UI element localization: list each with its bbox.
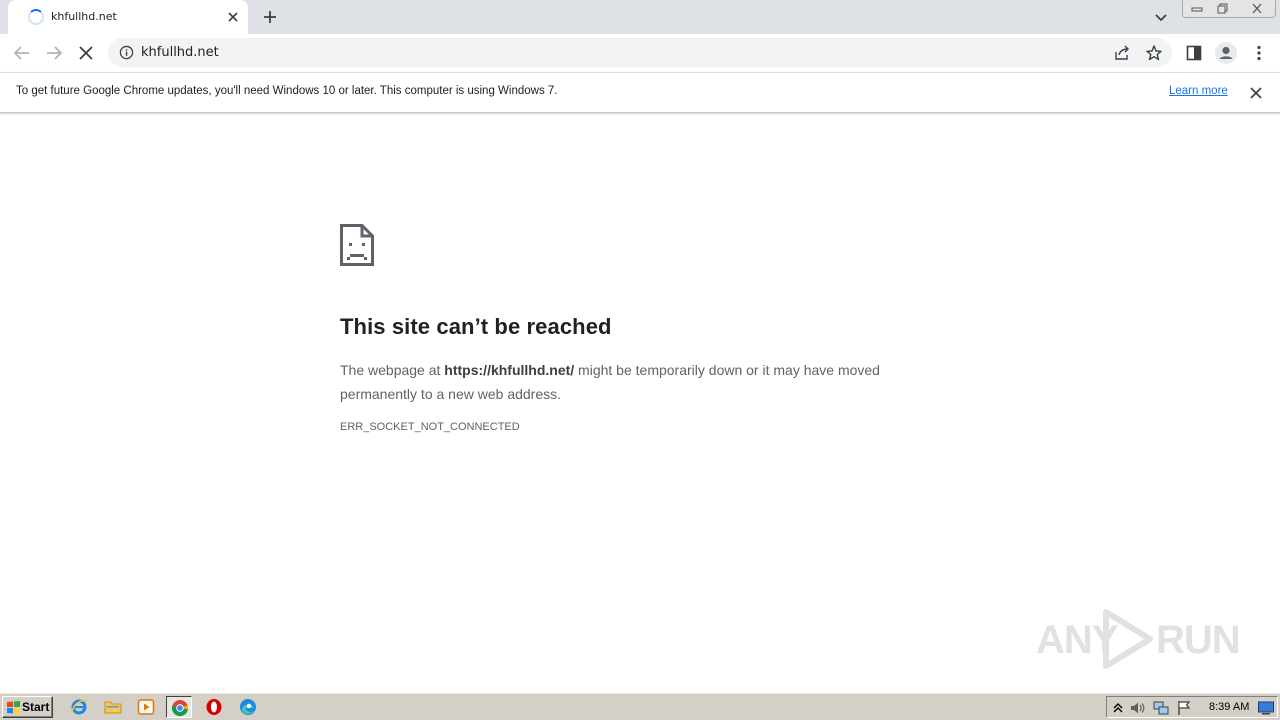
loading-spinner-icon bbox=[28, 9, 44, 25]
learn-more-link[interactable]: Learn more bbox=[1169, 85, 1228, 97]
folder-icon bbox=[104, 701, 122, 714]
side-panel-button[interactable] bbox=[1183, 42, 1205, 64]
update-infobar: To get future Google Chrome updates, you… bbox=[0, 72, 1280, 113]
new-tab-button[interactable] bbox=[259, 6, 281, 28]
anyrun-watermark: ANY RUN bbox=[1036, 606, 1241, 672]
browser-toolbar bbox=[0, 34, 1280, 72]
opera-icon bbox=[206, 699, 222, 715]
error-description: The webpage at https://khfullhd.net/ mig… bbox=[340, 358, 960, 406]
play-logo-icon bbox=[1103, 609, 1153, 669]
stop-loading-button[interactable] bbox=[75, 42, 97, 64]
edge-icon bbox=[240, 699, 256, 715]
kebab-menu-icon bbox=[1257, 45, 1261, 61]
error-description-prefix: The webpage at bbox=[340, 362, 445, 378]
action-center-button[interactable] bbox=[1175, 699, 1193, 717]
error-code: ERR_SOCKET_NOT_CONNECTED bbox=[340, 421, 520, 433]
sad-page-icon bbox=[340, 224, 374, 266]
url-input[interactable] bbox=[141, 38, 1041, 67]
chevron-down-icon bbox=[1155, 14, 1167, 22]
show-hidden-icons-button[interactable] bbox=[1109, 699, 1127, 717]
taskbar-chrome[interactable] bbox=[166, 696, 192, 718]
error-title: This site can’t be reached bbox=[340, 314, 612, 339]
system-tray: 8:39 AM bbox=[1106, 696, 1278, 718]
stop-icon bbox=[79, 46, 93, 60]
tab-title: khfullhd.net bbox=[51, 10, 117, 23]
infobar-message: To get future Google Chrome updates, you… bbox=[16, 85, 558, 97]
address-bar[interactable] bbox=[108, 38, 1172, 67]
menu-button[interactable] bbox=[1248, 42, 1270, 64]
arrow-left-icon bbox=[13, 46, 29, 60]
speaker-icon bbox=[1131, 702, 1145, 714]
side-panel-icon bbox=[1186, 45, 1202, 61]
tab-close-button[interactable] bbox=[224, 8, 242, 26]
info-icon[interactable] bbox=[119, 45, 134, 60]
chevron-up-icon bbox=[1113, 703, 1123, 713]
back-button[interactable] bbox=[11, 42, 33, 64]
star-icon bbox=[1146, 45, 1162, 61]
minimize-icon bbox=[1191, 7, 1203, 12]
share-button[interactable] bbox=[1113, 44, 1131, 62]
start-button[interactable]: Start bbox=[2, 696, 53, 718]
infobar-close-button[interactable] bbox=[1248, 85, 1264, 101]
taskbar-file-explorer[interactable] bbox=[100, 696, 126, 718]
network-button[interactable] bbox=[1152, 699, 1170, 717]
profile-button[interactable] bbox=[1214, 41, 1238, 65]
taskbar-clock[interactable]: 8:39 AM bbox=[1209, 701, 1249, 713]
chrome-icon bbox=[171, 700, 189, 717]
tab-search-button[interactable] bbox=[1151, 7, 1171, 27]
arrow-right-icon bbox=[47, 46, 63, 60]
share-icon bbox=[1115, 45, 1129, 60]
flag-icon bbox=[1178, 701, 1191, 715]
media-player-icon bbox=[137, 699, 155, 715]
restore-icon bbox=[1217, 3, 1228, 14]
minimize-button[interactable] bbox=[1185, 1, 1209, 16]
tab-khfullhd[interactable]: khfullhd.net bbox=[8, 0, 248, 34]
show-desktop-button[interactable] bbox=[1257, 699, 1275, 717]
forward-button[interactable] bbox=[43, 42, 65, 64]
network-icon bbox=[1153, 701, 1169, 715]
windows-flag-icon bbox=[7, 701, 20, 714]
start-label: Start bbox=[22, 700, 50, 714]
taskbar-internet-explorer[interactable] bbox=[66, 696, 92, 718]
taskbar-edge[interactable] bbox=[235, 696, 261, 718]
window-close-button[interactable] bbox=[1245, 1, 1269, 16]
internet-explorer-icon bbox=[71, 699, 87, 715]
plus-icon bbox=[264, 11, 276, 23]
close-icon bbox=[1250, 87, 1262, 99]
window-controls bbox=[1182, 0, 1276, 18]
watermark-right-text: RUN bbox=[1156, 618, 1241, 662]
taskbar-opera[interactable] bbox=[201, 696, 227, 718]
error-url: https://khfullhd.net/ bbox=[444, 362, 575, 378]
close-icon bbox=[1252, 3, 1262, 14]
volume-button[interactable] bbox=[1128, 699, 1146, 717]
avatar-icon bbox=[1215, 42, 1237, 64]
taskbar-media-player[interactable] bbox=[133, 696, 159, 718]
desktop-icon bbox=[1258, 701, 1274, 715]
bookmark-button[interactable] bbox=[1145, 44, 1163, 62]
tab-strip: khfullhd.net bbox=[0, 0, 1280, 34]
close-icon bbox=[228, 12, 238, 22]
taskbar: Start 8:39 AM bbox=[0, 692, 1280, 720]
restore-button[interactable] bbox=[1211, 1, 1235, 16]
